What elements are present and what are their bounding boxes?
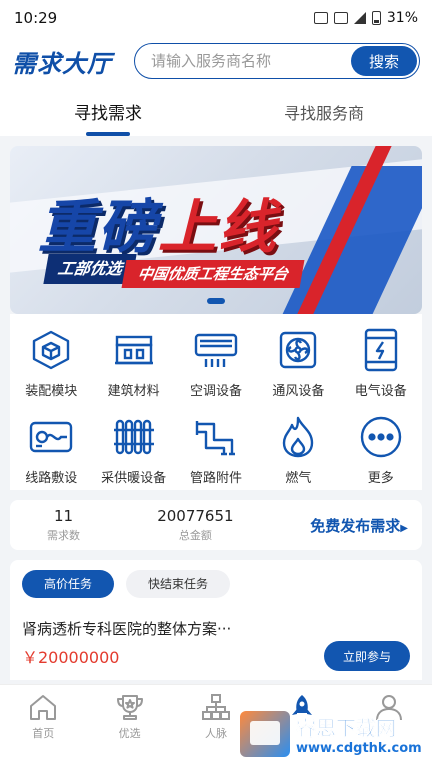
category-label: 通风设备	[272, 384, 325, 399]
watermark-logo	[240, 711, 290, 757]
category-air-conditioner[interactable]: 空调设备	[175, 326, 257, 399]
nav-label: 优选	[118, 727, 141, 740]
banner-headline-part2: 上线	[158, 193, 279, 261]
fan-icon	[274, 326, 322, 374]
category-gas[interactable]: 燃气	[257, 413, 339, 486]
category-label: 管路附件	[189, 471, 242, 486]
category-electrical[interactable]: 电气设备	[340, 326, 422, 399]
stat-value: 20077651	[157, 507, 234, 525]
stat-value: 11	[54, 507, 74, 525]
stat-label: 总金额	[178, 529, 212, 542]
category-label: 空调设备	[189, 384, 242, 399]
category-label: 线路敷设	[25, 471, 78, 486]
watermark-title: 睿思下载网	[296, 716, 396, 741]
radiator-icon	[110, 413, 158, 461]
category-ventilation[interactable]: 通风设备	[257, 326, 339, 399]
caret-right-icon: ▶	[400, 522, 408, 534]
category-cable-laying[interactable]: 线路敷设	[10, 413, 92, 486]
status-time: 10:29	[14, 9, 58, 27]
category-assembly-module[interactable]: 装配模块	[10, 326, 92, 399]
tab-find-demand[interactable]: 寻找需求	[0, 99, 216, 136]
stat-label: 需求数	[47, 529, 81, 542]
air-conditioner-icon	[192, 326, 240, 374]
search-input[interactable]	[151, 52, 351, 70]
watermark-url: www.cdgthk.com	[296, 741, 422, 756]
nav-label: 人脉	[205, 727, 228, 740]
watermark: 睿思下载网 www.cdgthk.com	[240, 704, 426, 764]
category-label: 更多	[367, 471, 394, 486]
carousel-indicator[interactable]	[207, 298, 225, 304]
stat-demand-count: 11 需求数	[10, 507, 117, 543]
task-card: 高价任务 快结束任务 肾病透析专科医院的整体方案··· ￥20000000 立即…	[10, 560, 422, 680]
task-title[interactable]: 肾病透析专科医院的整体方案···	[22, 618, 410, 639]
status-icons: 31%	[313, 10, 418, 26]
trophy-icon	[116, 695, 143, 720]
category-heating[interactable]: 采供暖设备	[92, 413, 174, 486]
category-label: 电气设备	[354, 384, 407, 399]
category-label: 采供暖设备	[101, 471, 167, 486]
stat-total-amount: 20077651 总金额	[117, 507, 274, 543]
battery-icon	[371, 11, 381, 25]
join-now-button[interactable]: 立即参与	[324, 641, 410, 671]
battery-percent: 31%	[386, 10, 418, 26]
banner-headline: 重磅上线	[38, 180, 278, 264]
search-button[interactable]: 搜索	[351, 46, 417, 76]
tab-bar: 寻找需求 寻找服务商	[0, 86, 432, 136]
category-more[interactable]: 更多	[340, 413, 422, 486]
category-label: 燃气	[285, 471, 312, 486]
app-header: 需求大厅 搜索	[0, 36, 432, 86]
publish-demand-link[interactable]: 免费发布需求▶	[274, 515, 422, 536]
watermark-text: 睿思下载网 www.cdgthk.com	[296, 712, 422, 756]
publish-demand-label: 免费发布需求	[310, 516, 401, 535]
category-grid: 装配模块 建筑材料 空调设备 通风设备 电气设备 线路敷设 采供暖设备 管路附件…	[10, 314, 422, 490]
building-material-icon	[110, 326, 158, 374]
search-box: 搜索	[134, 43, 420, 79]
electric-cabinet-icon	[357, 326, 405, 374]
page-title: 需求大厅	[12, 49, 112, 78]
banner-slogan-tag: 中国优质工程生态平台	[121, 260, 305, 288]
signal-icon	[353, 12, 366, 24]
flame-icon	[274, 413, 322, 461]
stats-bar: 11 需求数 20077651 总金额 免费发布需求▶	[10, 500, 422, 550]
category-pipe-fittings[interactable]: 管路附件	[175, 413, 257, 486]
task-row: ￥20000000 立即参与	[22, 641, 410, 671]
promo-banner[interactable]: 重磅上线 工部优选 中国优质工程生态平台	[10, 146, 422, 314]
nav-selected[interactable]: 优选	[86, 685, 172, 768]
status-bar: 10:29 31%	[0, 0, 432, 36]
nav-home[interactable]: 首页	[0, 685, 86, 768]
vibrate-icon	[313, 12, 328, 24]
category-label: 建筑材料	[107, 384, 160, 399]
task-tabs: 高价任务 快结束任务	[22, 570, 410, 598]
tab-ending-soon[interactable]: 快结束任务	[126, 570, 231, 598]
tab-high-price[interactable]: 高价任务	[22, 570, 115, 598]
banner-headline-part1: 重磅	[38, 193, 159, 261]
cube-icon	[27, 326, 75, 374]
wifi-icon	[333, 12, 348, 24]
cable-icon	[27, 413, 75, 461]
more-icon	[357, 413, 405, 461]
task-price: ￥20000000	[22, 648, 120, 667]
nav-label: 首页	[32, 727, 55, 740]
network-icon	[202, 694, 231, 720]
tab-find-provider[interactable]: 寻找服务商	[216, 100, 432, 136]
category-building-material[interactable]: 建筑材料	[92, 326, 174, 399]
category-label: 装配模块	[25, 384, 78, 399]
pipe-icon	[192, 413, 240, 461]
home-icon	[30, 695, 57, 720]
